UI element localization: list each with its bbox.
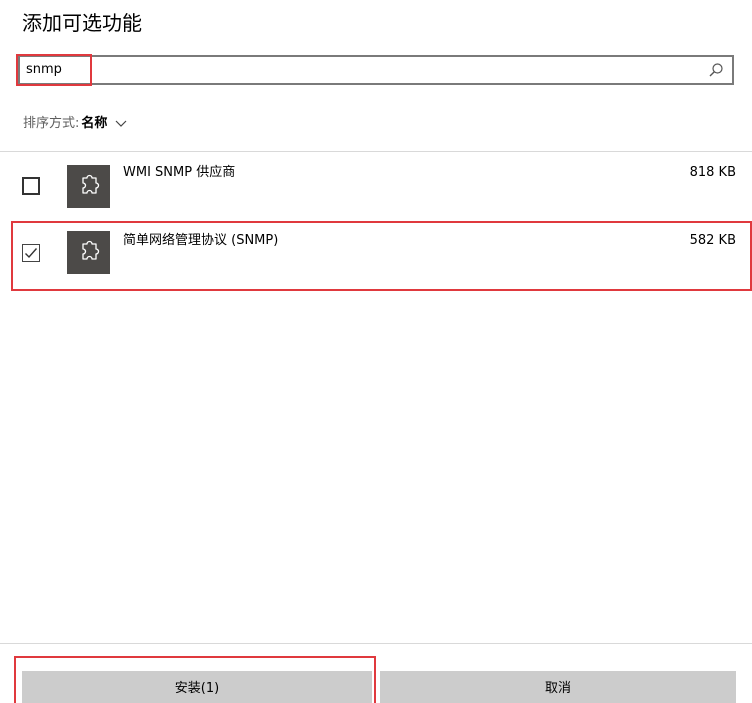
search-input[interactable]	[26, 60, 686, 80]
puzzle-piece-icon	[67, 231, 110, 274]
feature-name: 简单网络管理协议 (SNMP)	[123, 233, 279, 248]
feature-checkbox[interactable]	[22, 177, 40, 195]
feature-name: WMI SNMP 供应商	[123, 165, 236, 180]
puzzle-piece-icon	[67, 165, 110, 208]
feature-size: 582 KB	[689, 233, 736, 248]
sort-control[interactable]: 排序方式: 名称	[23, 114, 127, 134]
feature-checkbox-checked[interactable]	[22, 244, 40, 262]
cancel-button[interactable]: 取消	[380, 671, 736, 703]
checkmark-icon	[25, 248, 38, 259]
install-button[interactable]: 安装(1)	[22, 671, 372, 703]
sort-label: 排序方式:	[23, 116, 80, 131]
footer-divider	[0, 643, 752, 644]
sort-value[interactable]: 名称	[81, 114, 107, 134]
search-icon[interactable]	[708, 62, 724, 78]
feature-row-wmi-snmp[interactable]: WMI SNMP 供应商 818 KB	[0, 152, 752, 216]
dialog-title: 添加可选功能	[22, 11, 142, 35]
chevron-down-icon[interactable]	[115, 120, 127, 128]
feature-row-snmp[interactable]: 简单网络管理协议 (SNMP) 582 KB	[0, 218, 752, 282]
search-box[interactable]	[18, 55, 734, 85]
feature-size: 818 KB	[689, 165, 736, 180]
